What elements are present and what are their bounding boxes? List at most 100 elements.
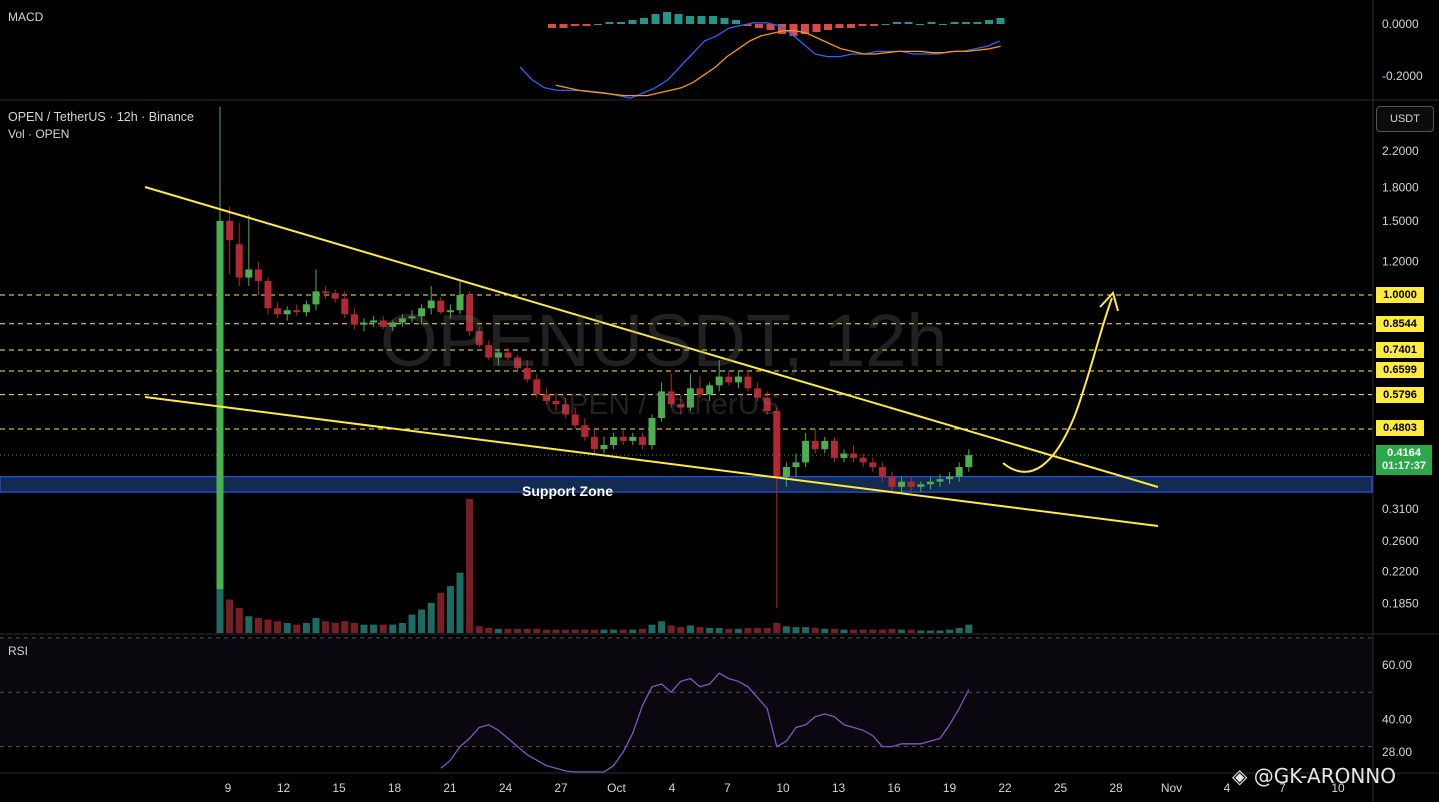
time-tick-label: 7 [724,781,731,795]
rsi-tick-label: 60.00 [1382,658,1412,672]
chart-title[interactable]: OPEN / TetherUS · 12h · Binance [8,110,194,124]
volume-bar [283,622,291,633]
candle-body [581,425,589,437]
macd-histogram-bar [916,24,924,25]
level-tag-4: 0.6599 [1376,362,1424,378]
candle-body [283,310,291,315]
volume-bar [811,627,819,633]
price-tick-label: 1.8000 [1382,181,1419,195]
volume-bar [331,622,339,633]
candle-body [888,476,896,487]
macd-histogram-bar [893,22,901,24]
volume-bar [274,621,282,633]
volume-bar [725,628,733,633]
price-tick-label: 1.2000 [1382,255,1419,269]
macd-histogram-bar [881,24,890,25]
volume-bar [571,629,579,633]
time-tick-label: 10 [776,781,790,795]
time-tick-label: 21 [443,781,457,795]
time-tick-label: Nov [1161,781,1182,795]
price-tick-label: 1.5000 [1382,214,1419,228]
volume-bar [830,628,838,633]
volume-bar [955,627,963,633]
volume-bar [821,628,829,633]
rsi-tick-label: 40.00 [1382,712,1412,726]
macd-label: MACD [8,10,44,24]
candle-body [936,479,944,482]
macd-histogram-bar [548,24,556,28]
macd-histogram-bar [663,12,671,24]
volume-bar [917,630,925,633]
macd-histogram-bar [582,24,591,26]
volume-bar [792,627,800,633]
volume-bar [370,624,378,633]
rsi-tick-label: 28.00 [1382,745,1412,759]
volume-bar [456,572,464,633]
volume-bar [600,629,608,633]
volume-bar [523,628,531,633]
candle-body [322,291,330,294]
macd-histogram-bar [571,24,579,26]
volume-bar [581,629,589,633]
macd-histogram-bar [732,20,740,24]
volume-label[interactable]: Vol · OPEN [8,127,69,141]
time-tick-label: 4 [1224,781,1231,795]
volume-bar [763,627,771,633]
price-tick-label: 0.3100 [1382,502,1419,516]
macd-histogram-bar [720,18,729,24]
currency-selector[interactable]: USDT [1376,106,1434,132]
price-tick-label: 0.2600 [1382,534,1419,548]
rsi-label[interactable]: RSI [8,644,28,658]
time-tick-label: 16 [887,781,901,795]
time-tick-label: 25 [1054,781,1068,795]
candle-body [821,440,829,450]
volume-bar [446,586,454,633]
volume-bar [562,629,570,633]
time-tick-label: 19 [943,781,957,795]
level-tag-3: 0.7401 [1376,342,1424,358]
candle-body [235,244,243,278]
candle-body [274,308,282,315]
candle-body [792,462,800,468]
candle-body [946,476,954,480]
macd-histogram-bar [686,16,694,24]
volume-bar [648,624,656,633]
volume-bar [667,625,675,633]
macd-histogram-bar [812,24,821,32]
price-tick-label: 0.2200 [1382,565,1419,579]
volume-bar [715,627,723,633]
volume-bar [898,629,906,633]
volume-bar [850,629,858,633]
volume-bar [946,629,954,633]
volume-bar [907,629,915,633]
time-tick-label: 13 [832,781,846,795]
volume-bar [859,629,867,633]
candle-body [312,291,320,305]
volume-bar [610,629,618,633]
candle-body [859,457,867,463]
volume-bar [754,627,762,633]
time-tick-label: Oct [607,781,626,795]
author-credit: ◈ @GK-ARONNO [1232,764,1397,788]
volume-bar [773,622,781,633]
volume-bar [965,624,973,633]
volume-bar [418,609,426,633]
candle-body [782,467,790,477]
volume-bar [235,607,243,633]
volume-bar [590,629,598,633]
candle-body [878,467,886,477]
watermark-name: OPEN / TetherUS [545,388,780,421]
watermark-symbol: OPENUSDT, 12h [380,299,948,382]
macd-histogram-bar [904,22,913,24]
volume-bar [686,625,694,633]
candle-body [898,481,906,487]
volume-bar [782,626,790,633]
volume-bar [360,624,368,633]
volume-bar [245,616,253,633]
volume-bar [494,628,502,633]
macd-histogram-bar [594,24,602,25]
volume-bar [533,628,541,633]
time-tick-label: 15 [332,781,346,795]
candle-body [610,436,618,446]
volume-bar [638,628,646,633]
